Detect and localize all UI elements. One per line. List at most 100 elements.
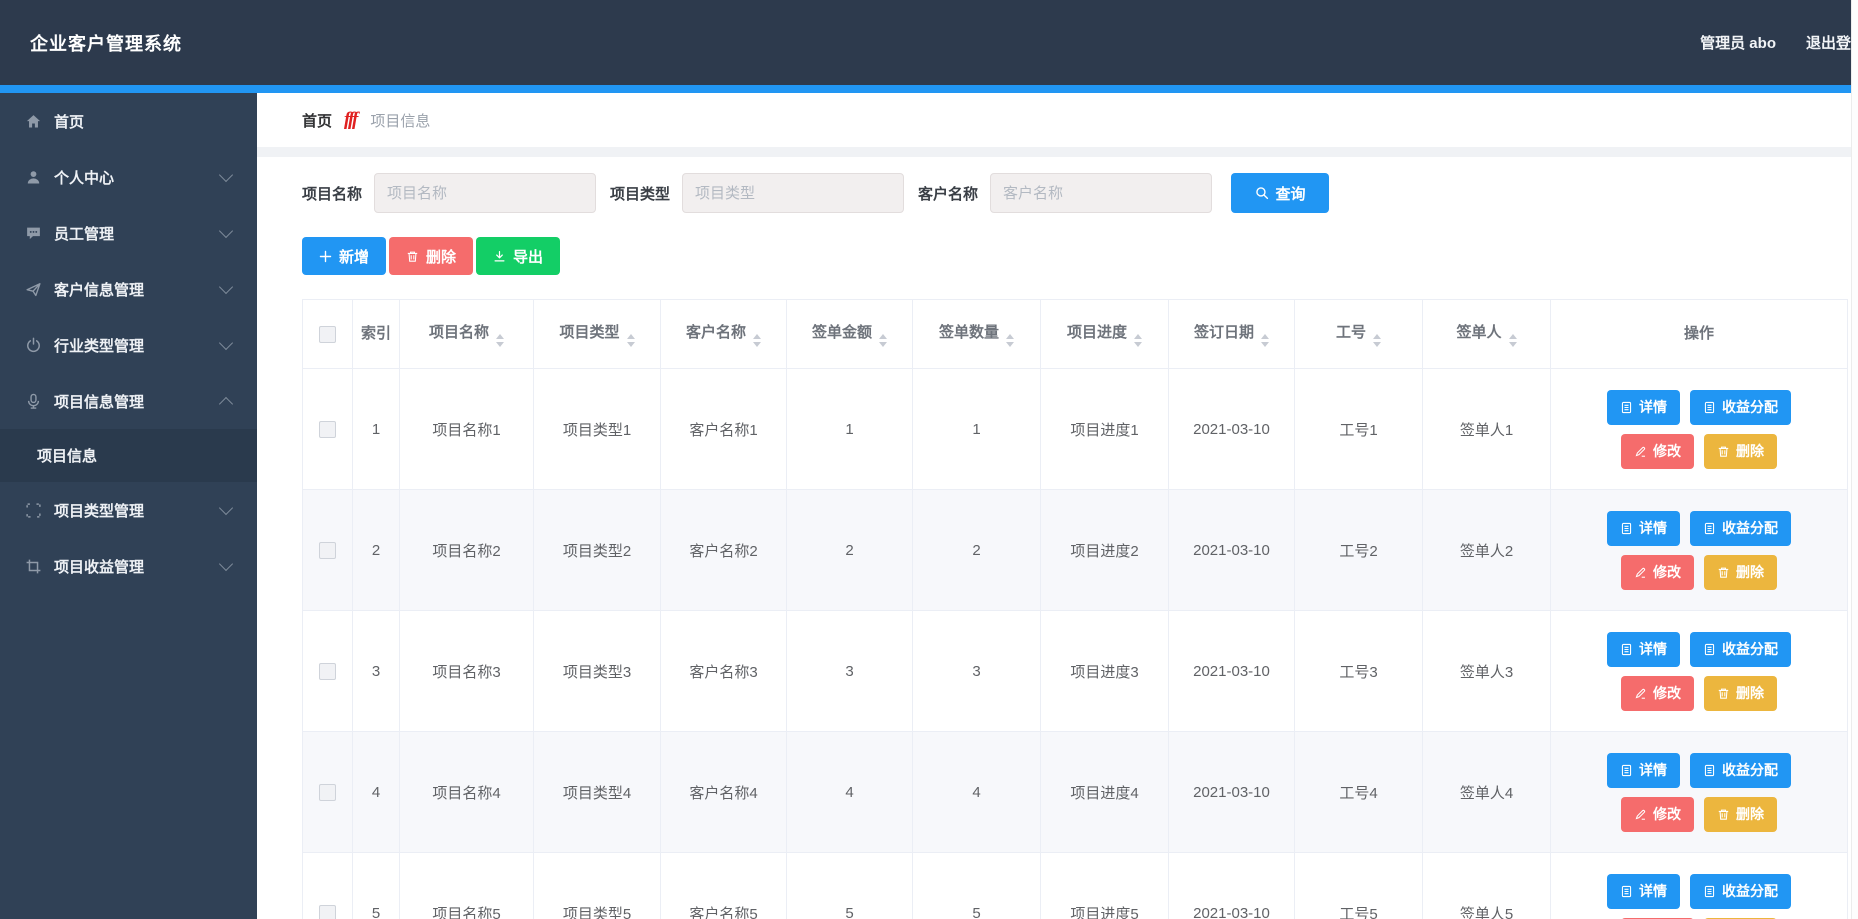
sort-icon[interactable] <box>496 334 504 347</box>
cell-index: 2 <box>353 490 400 611</box>
sidebar-item-project-type-mgmt[interactable]: 项目类型管理 <box>0 482 257 538</box>
sort-icon[interactable] <box>753 334 761 347</box>
allocate-revenue-button[interactable]: 收益分配 <box>1690 390 1791 425</box>
select-all-checkbox[interactable] <box>319 326 336 343</box>
detail-button-label: 详情 <box>1639 639 1667 659</box>
cell-job-number: 工号4 <box>1295 732 1423 853</box>
allocate-revenue-button[interactable]: 收益分配 <box>1690 753 1791 788</box>
sidebar-item-home[interactable]: 首页 <box>0 93 257 149</box>
main-panel: 项目名称 项目类型 客户名称 查询 新增 删除 <box>257 157 1858 919</box>
table-row: 1 项目名称1 项目类型1 客户名称1 1 1 项目进度1 2021-03-10… <box>303 369 1848 490</box>
sidebar-item-employee-mgmt[interactable]: 员工管理 <box>0 205 257 261</box>
power-icon <box>25 337 42 354</box>
plus-icon <box>319 250 332 263</box>
edit-button[interactable]: 修改 <box>1621 555 1694 590</box>
breadcrumb-current: 项目信息 <box>370 110 430 131</box>
row-checkbox[interactable] <box>319 905 336 919</box>
cell-sign-date: 2021-03-10 <box>1169 369 1295 490</box>
action-line-2: 修改 删除 <box>1552 676 1846 711</box>
detail-button-label: 详情 <box>1639 518 1667 538</box>
cell-index: 4 <box>353 732 400 853</box>
detail-button[interactable]: 详情 <box>1607 874 1680 909</box>
sort-icon[interactable] <box>1261 334 1269 347</box>
header-project-type: 项目类型 <box>534 300 661 369</box>
sort-icon[interactable] <box>1006 334 1014 347</box>
scrollbar-track[interactable] <box>1851 0 1858 919</box>
action-line-1: 详情 收益分配 <box>1552 390 1846 425</box>
sort-icon[interactable] <box>1373 334 1381 347</box>
allocate-revenue-button[interactable]: 收益分配 <box>1690 632 1791 667</box>
row-select-cell <box>303 611 353 732</box>
column-label: 签单数量 <box>939 324 999 341</box>
detail-button[interactable]: 详情 <box>1607 511 1680 546</box>
row-checkbox[interactable] <box>319 542 336 559</box>
column-label: 签单人 <box>1456 324 1501 341</box>
row-select-cell <box>303 369 353 490</box>
document-icon <box>1620 764 1633 777</box>
project-name-input[interactable] <box>374 173 596 213</box>
sidebar-item-customer-info-mgmt[interactable]: 客户信息管理 <box>0 261 257 317</box>
action-line-2: 修改 删除 <box>1552 797 1846 832</box>
sidebar-subitem-project-info[interactable]: 项目信息 <box>0 429 257 482</box>
detail-button[interactable]: 详情 <box>1607 753 1680 788</box>
cell-project-name: 项目名称1 <box>400 369 534 490</box>
cell-sign-quantity: 3 <box>913 611 1041 732</box>
sort-icon[interactable] <box>627 334 635 347</box>
user-icon <box>25 169 42 186</box>
cell-signer: 签单人2 <box>1423 490 1551 611</box>
column-label: 项目进度 <box>1067 324 1127 341</box>
document-icon <box>1703 643 1716 656</box>
row-checkbox[interactable] <box>319 663 336 680</box>
cell-sign-date: 2021-03-10 <box>1169 732 1295 853</box>
row-delete-button[interactable]: 删除 <box>1704 555 1777 590</box>
query-button[interactable]: 查询 <box>1231 173 1329 213</box>
delete-button-label: 删除 <box>426 246 456 267</box>
breadcrumb: 首页 fff 项目信息 <box>257 93 1858 147</box>
cell-index: 5 <box>353 853 400 919</box>
sidebar: 首页 个人中心 员工管理 客户信息管理 <box>0 93 257 919</box>
edit-button[interactable]: 修改 <box>1621 676 1694 711</box>
cell-sign-quantity: 2 <box>913 490 1041 611</box>
trash-icon <box>1717 687 1730 700</box>
allocate-button-label: 收益分配 <box>1722 518 1778 538</box>
admin-user-link[interactable]: 管理员 abo <box>1700 32 1776 53</box>
row-delete-button[interactable]: 删除 <box>1704 797 1777 832</box>
action-line-2: 修改 删除 <box>1552 434 1846 469</box>
sort-icon[interactable] <box>1134 334 1142 347</box>
allocate-button-label: 收益分配 <box>1722 760 1778 780</box>
column-label: 客户名称 <box>686 324 746 341</box>
row-checkbox[interactable] <box>319 784 336 801</box>
sidebar-item-project-info-mgmt[interactable]: 项目信息管理 <box>0 373 257 429</box>
sidebar-item-project-revenue-mgmt[interactable]: 项目收益管理 <box>0 538 257 594</box>
action-line-1: 详情 收益分配 <box>1552 511 1846 546</box>
project-type-input[interactable] <box>682 173 904 213</box>
row-delete-button[interactable]: 删除 <box>1704 434 1777 469</box>
cell-index: 3 <box>353 611 400 732</box>
sidebar-item-industry-type-mgmt[interactable]: 行业类型管理 <box>0 317 257 373</box>
row-checkbox[interactable] <box>319 421 336 438</box>
accent-strip <box>0 85 1858 93</box>
detail-button[interactable]: 详情 <box>1607 632 1680 667</box>
breadcrumb-home-link[interactable]: 首页 <box>302 110 332 131</box>
allocate-revenue-button[interactable]: 收益分配 <box>1690 874 1791 909</box>
cell-sign-date: 2021-03-10 <box>1169 611 1295 732</box>
export-button[interactable]: 导出 <box>476 237 560 275</box>
cell-sign-amount: 5 <box>787 853 913 919</box>
cell-actions: 详情 收益分配 修改 删除 <box>1551 732 1848 853</box>
sort-icon[interactable] <box>879 334 887 347</box>
header-sign-date: 签订日期 <box>1169 300 1295 369</box>
edit-button[interactable]: 修改 <box>1621 797 1694 832</box>
sort-icon[interactable] <box>1509 334 1517 347</box>
sidebar-item-personal-center[interactable]: 个人中心 <box>0 149 257 205</box>
customer-name-input[interactable] <box>990 173 1212 213</box>
delete-button[interactable]: 删除 <box>389 237 473 275</box>
row-delete-button[interactable]: 删除 <box>1704 676 1777 711</box>
column-label: 项目类型 <box>559 324 619 341</box>
detail-button[interactable]: 详情 <box>1607 390 1680 425</box>
edit-button[interactable]: 修改 <box>1621 434 1694 469</box>
cell-sign-amount: 4 <box>787 732 913 853</box>
add-button[interactable]: 新增 <box>302 237 386 275</box>
document-icon <box>1703 401 1716 414</box>
allocate-revenue-button[interactable]: 收益分配 <box>1690 511 1791 546</box>
row-select-cell <box>303 490 353 611</box>
